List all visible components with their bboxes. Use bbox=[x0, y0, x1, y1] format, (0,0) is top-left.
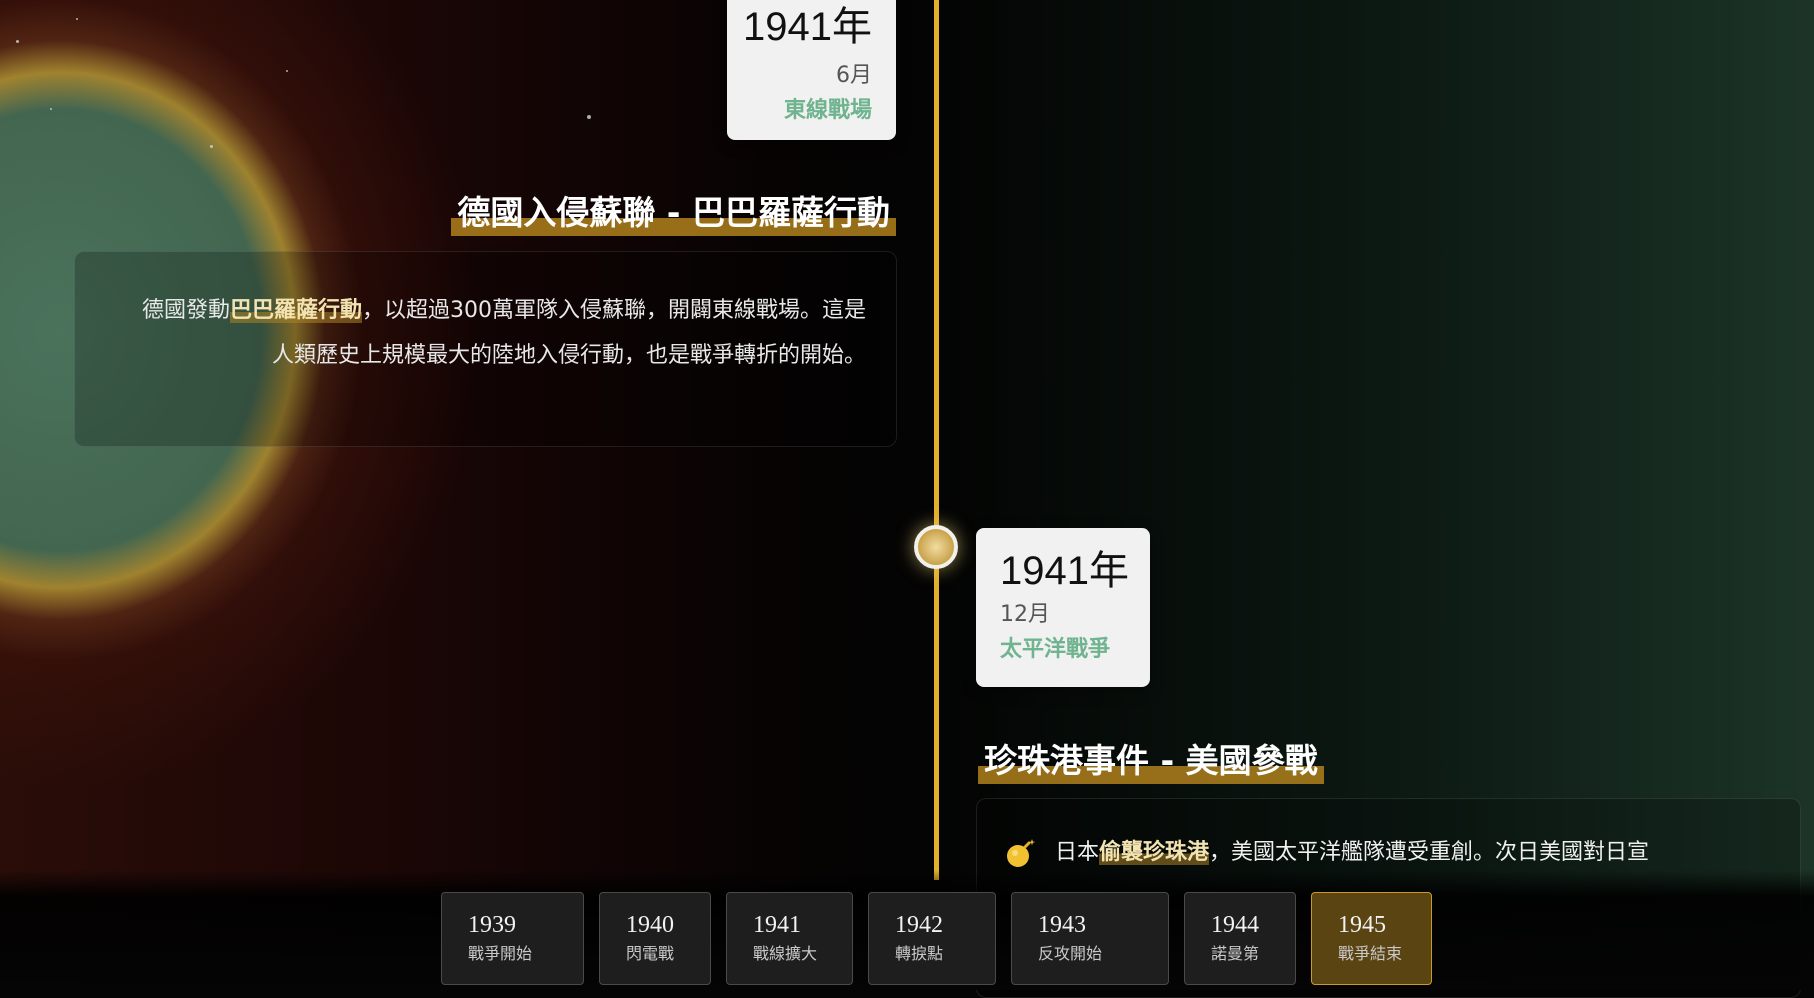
event-category: 太平洋戰爭 bbox=[1000, 637, 1111, 662]
event-month: 12月 bbox=[1000, 602, 1050, 627]
event-title-text: 珍珠港事件 - 美國參戰 bbox=[978, 741, 1324, 784]
timeline-line bbox=[934, 0, 939, 880]
event-title: 珍珠港事件 - 美國參戰 bbox=[978, 734, 1324, 784]
year-button-year: 1943 bbox=[1038, 912, 1086, 938]
year-button-1939[interactable]: 1939 戰爭開始 bbox=[441, 892, 584, 985]
year-button-label: 閃電戰 bbox=[626, 944, 675, 963]
year-button-1945[interactable]: 1945 戰爭結束 bbox=[1311, 892, 1432, 985]
event-title: 德國入侵蘇聯 - 巴巴羅薩行動 bbox=[451, 186, 896, 236]
description-text: 日本 bbox=[1055, 840, 1100, 865]
event-title-text: 德國入侵蘇聯 - 巴巴羅薩行動 bbox=[451, 193, 896, 236]
star-decoration bbox=[16, 40, 19, 43]
year-navigation: 1939 戰爭開始 1940 閃電戰 1941 戰線擴大 1942 轉捩點 19… bbox=[0, 892, 1814, 986]
timeline-node[interactable] bbox=[914, 525, 958, 569]
year-button-label: 戰爭結束 bbox=[1338, 944, 1403, 963]
event-date-card: 1941年 12月 太平洋戰爭 bbox=[976, 528, 1150, 687]
description-keyword: 偷襲珍珠港 bbox=[1099, 840, 1210, 865]
year-button-1943[interactable]: 1943 反攻開始 bbox=[1011, 892, 1169, 985]
year-button-label: 戰線擴大 bbox=[753, 944, 818, 963]
event-description: 德國發動巴巴羅薩行動，以超過300萬軍隊入侵蘇聯，開闢東線戰場。這是人類歷史上規… bbox=[135, 288, 866, 378]
event-date-card: 1941年 6月 東線戰場 bbox=[727, 0, 896, 140]
year-button-1940[interactable]: 1940 閃電戰 bbox=[599, 892, 711, 985]
year-button-1942[interactable]: 1942 轉捩點 bbox=[868, 892, 996, 985]
event-description-box: 德國發動巴巴羅薩行動，以超過300萬軍隊入侵蘇聯，開闢東線戰場。這是人類歷史上規… bbox=[74, 251, 897, 447]
event-year: 1941年 bbox=[743, 5, 872, 49]
description-text: ，美國太平洋艦隊遭受重創。次日美國對日宣 bbox=[1209, 840, 1650, 865]
year-button-label: 戰爭開始 bbox=[468, 944, 533, 963]
year-button-year: 1942 bbox=[895, 912, 943, 938]
event-month: 6月 bbox=[836, 63, 872, 88]
star-decoration bbox=[76, 18, 78, 20]
event-category: 東線戰場 bbox=[783, 98, 872, 123]
star-decoration bbox=[587, 115, 591, 119]
star-decoration bbox=[50, 108, 52, 110]
year-button-label: 諾曼第 bbox=[1211, 944, 1260, 963]
year-button-label: 轉捩點 bbox=[895, 944, 944, 963]
event-description: 日本偷襲珍珠港，美國太平洋艦隊遭受重創。次日美國對日宣 bbox=[1005, 833, 1770, 873]
description-keyword: 巴巴羅薩行動 bbox=[229, 298, 362, 323]
star-decoration bbox=[210, 145, 213, 148]
year-button-year: 1939 bbox=[468, 912, 516, 938]
bomb-icon bbox=[1005, 837, 1037, 869]
year-button-year: 1940 bbox=[626, 912, 674, 938]
year-button-1944[interactable]: 1944 諾曼第 bbox=[1184, 892, 1296, 985]
year-button-year: 1945 bbox=[1338, 912, 1386, 938]
year-button-1941[interactable]: 1941 戰線擴大 bbox=[726, 892, 853, 985]
description-text: ，以超過300萬軍隊入侵蘇聯，開闢東線戰場。這是人類歷史上規模最大的陸地入侵行動… bbox=[271, 298, 866, 368]
star-decoration bbox=[286, 70, 288, 72]
year-button-year: 1944 bbox=[1211, 912, 1259, 938]
year-button-year: 1941 bbox=[753, 912, 801, 938]
year-button-label: 反攻開始 bbox=[1038, 944, 1103, 963]
description-text: 德國發動 bbox=[141, 298, 230, 323]
event-year: 1941年 bbox=[1000, 549, 1129, 593]
background-left bbox=[0, 0, 940, 990]
